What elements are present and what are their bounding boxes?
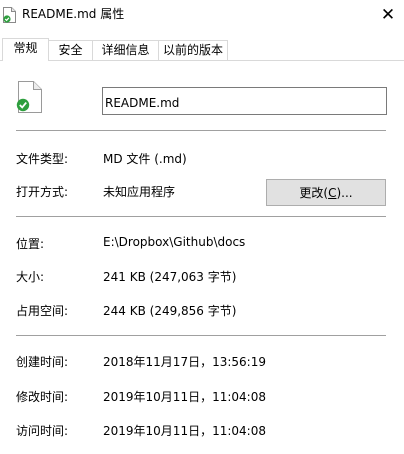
divider — [16, 216, 386, 217]
divider — [16, 335, 386, 336]
accessed-value: 2019年10月11日，11:04:08 — [103, 424, 266, 438]
file-synced-icon — [16, 81, 42, 113]
created-label: 创建时间: — [16, 355, 69, 369]
file-type-value: MD 文件 (.md) — [103, 152, 187, 166]
modified-label: 修改时间: — [16, 390, 69, 404]
tab-general[interactable]: 常规 — [2, 38, 49, 61]
open-with-value: 未知应用程序 — [103, 185, 176, 199]
properties-window: README.md 属性 ✕ 常规 安全 详细信息 以前的版本 文件类型: MD… — [0, 0, 404, 454]
location-label: 位置: — [16, 237, 45, 251]
modified-value: 2019年10月11日，11:04:08 — [103, 390, 266, 404]
open-with-label: 打开方式: — [16, 185, 69, 199]
window-title: README.md 属性 — [22, 7, 125, 21]
size-value: 241 KB (247,063 字节) — [103, 270, 237, 284]
change-button-prefix: 更改( — [299, 186, 329, 200]
close-button[interactable]: ✕ — [372, 0, 404, 30]
tab-security[interactable]: 安全 — [48, 40, 93, 60]
tab-previous-versions[interactable]: 以前的版本 — [158, 40, 228, 60]
file-synced-icon — [3, 7, 16, 23]
divider — [16, 130, 386, 131]
size-on-disk-value: 244 KB (249,856 字节) — [103, 304, 237, 318]
title-bar[interactable]: README.md 属性 ✕ — [0, 0, 404, 30]
tab-bar: 常规 安全 详细信息 以前的版本 — [0, 38, 404, 61]
size-label: 大小: — [16, 270, 45, 284]
tab-details[interactable]: 详细信息 — [92, 40, 159, 60]
file-type-label: 文件类型: — [16, 152, 69, 166]
change-open-with-button[interactable]: 更改(C)... — [266, 179, 386, 206]
accessed-label: 访问时间: — [16, 424, 69, 438]
size-on-disk-label: 占用空间: — [16, 304, 69, 318]
general-tab-panel: 文件类型: MD 文件 (.md) 打开方式: 未知应用程序 更改(C)... … — [0, 61, 404, 454]
file-name-input[interactable] — [102, 87, 387, 115]
location-value: E:\Dropbox\Github\docs — [103, 235, 246, 249]
created-value: 2018年11月17日，13:56:19 — [103, 355, 266, 369]
change-button-suffix: )... — [336, 186, 353, 200]
